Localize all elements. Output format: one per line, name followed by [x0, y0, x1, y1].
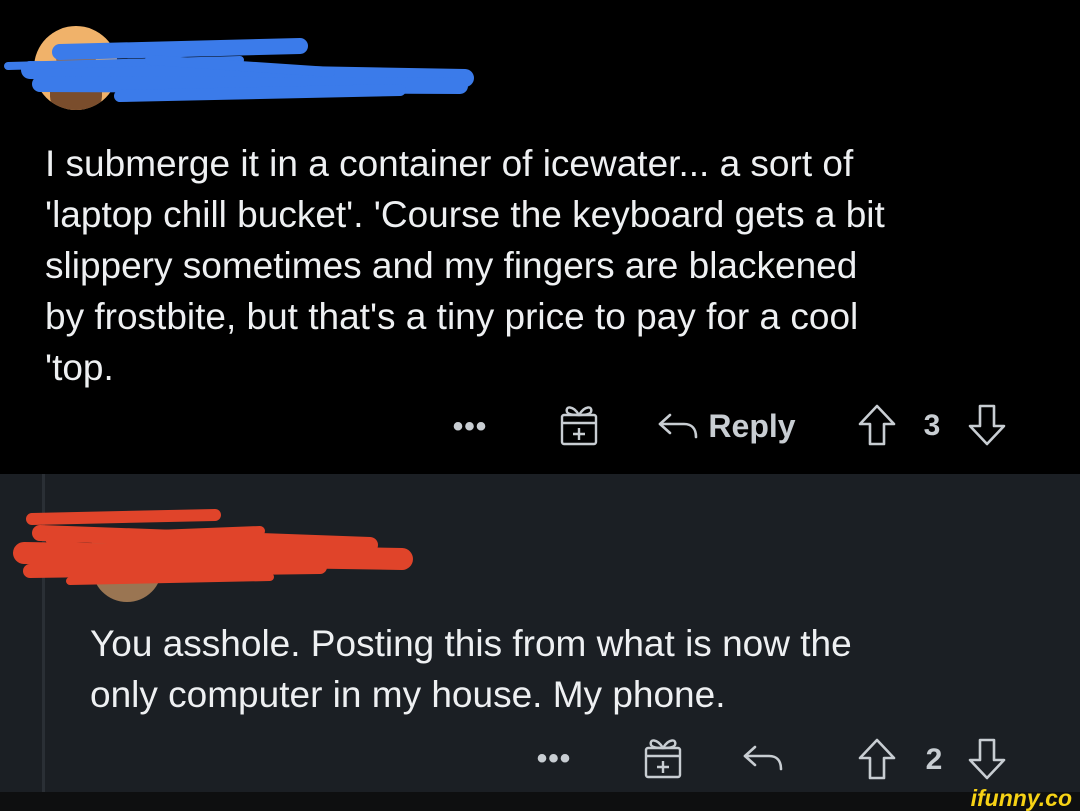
reply-arrow-icon: [659, 413, 698, 439]
gift-icon: [644, 739, 682, 779]
more-options-button[interactable]: •••: [450, 410, 490, 444]
reply-label: Reply: [708, 407, 796, 444]
reply-body: You asshole. Posting this from what is n…: [90, 623, 852, 715]
reply-button[interactable]: Reply: [646, 404, 806, 448]
ifunny-watermark: ifunny.co: [970, 785, 1072, 811]
reply-vote-count: 2: [925, 743, 943, 776]
vote-count: 3: [923, 409, 941, 442]
reply-award-button[interactable]: [640, 733, 686, 781]
downvote-arrow-icon: [968, 404, 1006, 446]
comment-body: I submerge it in a container of icewater…: [45, 143, 885, 388]
award-button[interactable]: [556, 400, 602, 448]
reply-username-redaction-scribble: [13, 509, 413, 585]
reply-more-dots: •••: [536, 742, 572, 775]
gift-icon: [560, 406, 598, 446]
reply-arrow-icon: [743, 745, 783, 771]
upvote-arrow-icon: [858, 738, 896, 780]
more-dots: •••: [452, 410, 488, 443]
vote-score: 3: [912, 408, 952, 444]
downvote-arrow-icon: [968, 738, 1006, 780]
reply-reply-button[interactable]: [738, 738, 788, 778]
upvote-button[interactable]: [856, 402, 898, 448]
reply-downvote-button[interactable]: [966, 736, 1008, 782]
downvote-button[interactable]: [966, 402, 1008, 448]
footer-bar: [0, 792, 1080, 811]
upvote-arrow-icon: [858, 404, 896, 446]
username-redaction-scribble: [4, 38, 474, 102]
reply-vote-score: 2: [914, 742, 954, 778]
reply-upvote-button[interactable]: [856, 736, 898, 782]
reply-more-options-button[interactable]: •••: [534, 742, 574, 776]
